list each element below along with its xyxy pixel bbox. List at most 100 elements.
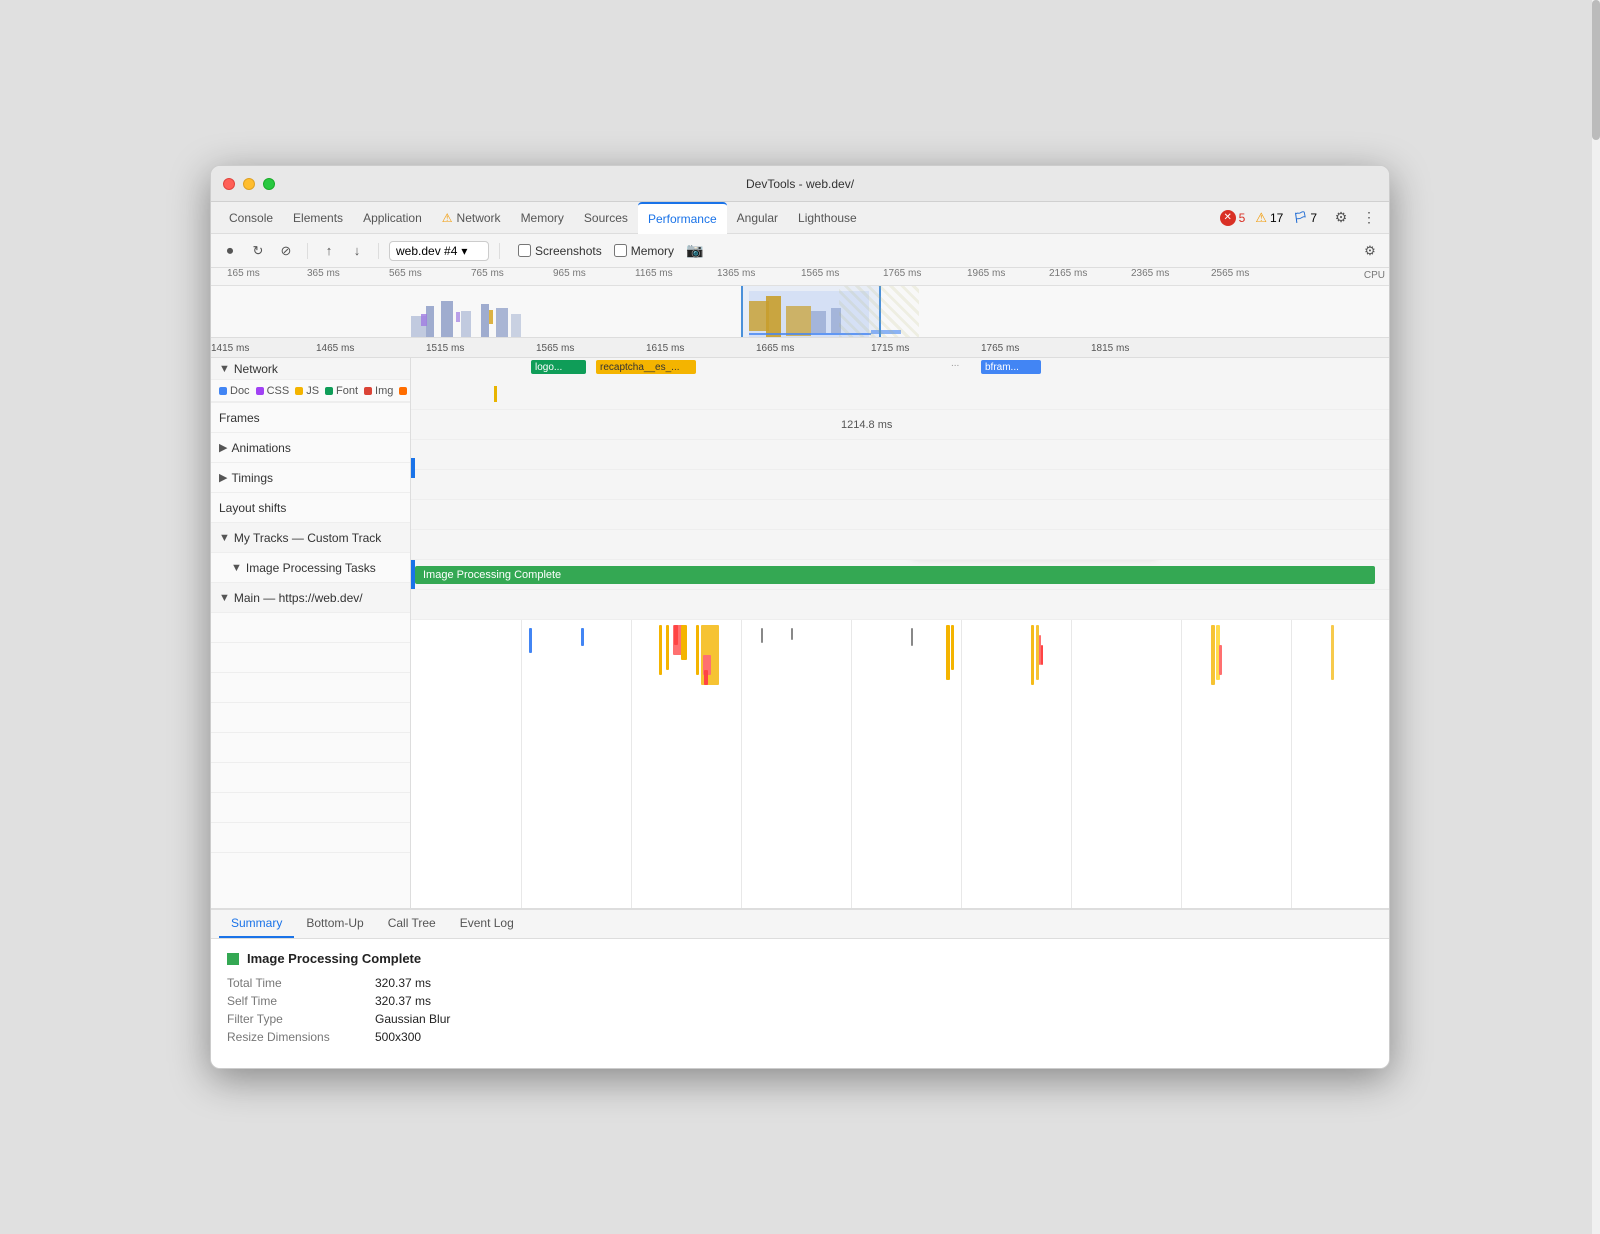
tab-performance[interactable]: Performance <box>638 202 727 234</box>
custom-track-row <box>411 530 1389 560</box>
sep2 <box>378 243 379 259</box>
info-icon: 🏳 <box>1293 211 1307 224</box>
memory-checkbox[interactable]: Memory <box>614 244 674 258</box>
net-bar-bframe[interactable]: bfram... <box>981 360 1041 374</box>
flame-bar-2[interactable] <box>581 628 584 646</box>
vtick-1 <box>521 620 522 908</box>
devtools-window: DevTools - web.dev/ Console Elements App… <box>210 165 1390 1069</box>
sep3 <box>499 243 500 259</box>
flame-bar-8c[interactable] <box>1219 645 1222 675</box>
screenshots-checkbox[interactable]: Screenshots <box>518 244 602 258</box>
tick-1965: 1965 ms <box>967 268 1005 279</box>
tab-memory[interactable]: Memory <box>511 202 574 234</box>
flame-bar-group1f[interactable] <box>696 625 699 675</box>
flame-bar-8[interactable] <box>1211 625 1215 685</box>
bottom-tabs: Summary Bottom-Up Call Tree Event Log <box>211 910 1389 939</box>
network-legend: Doc CSS JS Font <box>211 380 410 402</box>
timeline-ruler-2: 1415 ms 1465 ms 1515 ms 1565 ms 1615 ms … <box>211 338 1389 358</box>
download-button[interactable]: ↓ <box>346 240 368 262</box>
reload-button[interactable]: ↻ <box>247 240 269 262</box>
maximize-button[interactable] <box>263 178 275 190</box>
vtick-8 <box>1291 620 1292 908</box>
tab-summary[interactable]: Summary <box>219 910 294 938</box>
error-icon: ✕ <box>1220 210 1236 226</box>
more-button[interactable]: ⋮ <box>1357 206 1381 230</box>
flame-bar-8d[interactable] <box>1331 625 1334 680</box>
flame-bar-1[interactable] <box>529 628 532 653</box>
flame-bar-3[interactable] <box>761 628 763 643</box>
legend-img: Img <box>364 385 393 397</box>
network-row-1: logo... recaptcha__es_... bfram... ... <box>411 358 1389 376</box>
flame-bar-7[interactable] <box>1031 625 1034 685</box>
frames-time: 1214.8 ms <box>841 419 892 431</box>
tick-565: 565 ms <box>389 268 422 279</box>
clear-button[interactable]: ⊘ <box>275 240 297 262</box>
tab-bottom-up[interactable]: Bottom-Up <box>294 910 375 938</box>
tab-elements[interactable]: Elements <box>283 202 353 234</box>
perf-settings-button[interactable]: ⚙ <box>1359 240 1381 262</box>
summary-title: Image Processing Complete <box>227 951 1373 966</box>
left-panel: ▼ Network Doc CSS JS <box>211 358 411 908</box>
close-button[interactable] <box>223 178 235 190</box>
flame-bar-group1[interactable] <box>659 625 662 675</box>
img-proc-complete-bar[interactable]: Image Processing Complete <box>415 566 1375 584</box>
imgproc-collapse-icon: ▼ <box>231 562 242 574</box>
tick-365: 365 ms <box>307 268 340 279</box>
tick2-1615: 1615 ms <box>646 343 684 354</box>
tab-call-tree[interactable]: Call Tree <box>376 910 448 938</box>
right-panel: logo... recaptcha__es_... bfram... ... 1… <box>411 358 1389 908</box>
upload-button[interactable]: ↑ <box>318 240 340 262</box>
flame-row-4 <box>211 703 410 733</box>
tab-application[interactable]: Application <box>353 202 432 234</box>
frames-track-label[interactable]: Frames <box>211 403 410 433</box>
timings-row <box>411 470 1389 500</box>
tab-sources[interactable]: Sources <box>574 202 638 234</box>
flame-bar-5[interactable] <box>911 628 913 646</box>
flame-bar-6[interactable] <box>946 625 950 680</box>
legend-js: JS <box>295 385 319 397</box>
warning-icon: ⚠ <box>1255 210 1267 226</box>
main-section-label[interactable]: ▼ Main — https://web.dev/ <box>211 583 410 613</box>
flame-bar-group1b[interactable] <box>666 625 669 670</box>
summary-filter-type: Filter Type Gaussian Blur <box>227 1012 1373 1026</box>
network-track-label[interactable]: ▼ Network <box>211 358 410 380</box>
tick-2165: 2165 ms <box>1049 268 1087 279</box>
tab-network[interactable]: ⚠ Network <box>432 202 511 234</box>
tab-console[interactable]: Console <box>219 202 283 234</box>
flame-row-3 <box>211 673 410 703</box>
custom-collapse-icon: ▼ <box>219 532 230 544</box>
flame-bar-4[interactable] <box>791 628 793 640</box>
img-proc-row[interactable]: Image Processing Complete 320.37 ms Imag… <box>411 560 1389 590</box>
perf-toolbar: ⏺ ↻ ⊘ ↑ ↓ web.dev #4 ▾ Screenshots Memor… <box>211 234 1389 268</box>
vtick-2 <box>631 620 632 908</box>
img-proc-track-label[interactable]: ▼ Image Processing Tasks <box>211 553 410 583</box>
flame-row-6 <box>211 763 410 793</box>
tick2-1565: 1565 ms <box>536 343 574 354</box>
layout-shifts-label[interactable]: Layout shifts <box>211 493 410 523</box>
net-bar-logo[interactable]: logo... <box>531 360 586 374</box>
net-bar-recaptcha[interactable]: recaptcha__es_... <box>596 360 696 374</box>
minimize-button[interactable] <box>243 178 255 190</box>
tab-event-log[interactable]: Event Log <box>448 910 526 938</box>
tab-lighthouse[interactable]: Lighthouse <box>788 202 867 234</box>
settings-button[interactable]: ⚙ <box>1329 206 1353 230</box>
tab-angular[interactable]: Angular <box>727 202 788 234</box>
flame-bar-group1i[interactable] <box>704 670 708 685</box>
custom-track-label[interactable]: ▼ My Tracks — Custom Track <box>211 523 410 553</box>
tick-965: 965 ms <box>553 268 586 279</box>
flame-bar-group1d[interactable] <box>674 625 678 645</box>
flame-bar-7d[interactable] <box>1041 645 1043 665</box>
doc-color <box>219 387 227 395</box>
sep1 <box>307 243 308 259</box>
record-button[interactable]: ⏺ <box>219 240 241 262</box>
timeline-overview[interactable]: 165 ms 365 ms 565 ms 765 ms 965 ms 1165 … <box>211 268 1389 338</box>
flame-bar-group1e[interactable] <box>681 625 687 660</box>
flame-bar-6b[interactable] <box>951 625 954 670</box>
ellipsis: ... <box>951 358 959 369</box>
animations-track-label[interactable]: ▶ Animations <box>211 433 410 463</box>
profile-select[interactable]: web.dev #4 ▾ <box>389 241 489 261</box>
flame-row-8 <box>211 823 410 853</box>
tick-165: 165 ms <box>227 268 260 279</box>
timings-track-label[interactable]: ▶ Timings <box>211 463 410 493</box>
tick-2565: 2565 ms <box>1211 268 1249 279</box>
